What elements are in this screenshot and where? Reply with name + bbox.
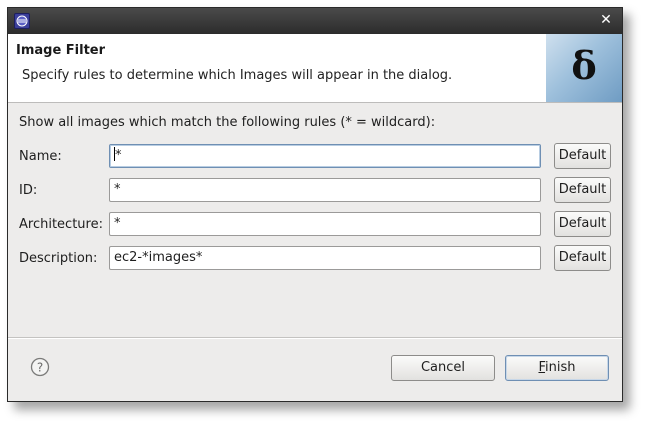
filter-form: Show all images which match the followin…	[8, 103, 622, 337]
help-glyph: ?	[37, 361, 43, 375]
architecture-label: Architecture:	[19, 217, 103, 232]
image-filter-dialog: ✕ Image Filter Specify rules to determin…	[7, 7, 623, 402]
architecture-field-value: *	[114, 216, 121, 231]
id-field[interactable]: *	[109, 178, 541, 202]
wizard-banner-image: δ	[546, 34, 622, 102]
close-icon[interactable]: ✕	[598, 12, 614, 28]
name-label: Name:	[19, 149, 62, 164]
footer-separator	[8, 337, 622, 339]
name-field-value: *	[115, 148, 122, 163]
eclipse-icon	[14, 13, 30, 29]
dialog-header: Image Filter Specify rules to determine …	[8, 34, 622, 103]
description-field[interactable]: ec2-*images*	[109, 246, 541, 270]
architecture-default-button[interactable]: Default	[554, 211, 611, 237]
name-field[interactable]: *	[109, 144, 541, 168]
architecture-field[interactable]: *	[109, 212, 541, 236]
id-field-value: *	[114, 182, 121, 197]
cancel-button[interactable]: Cancel	[391, 355, 495, 381]
finish-button[interactable]: Finish	[505, 355, 609, 381]
page-title: Image Filter	[16, 43, 106, 58]
description-field-value: ec2-*images*	[114, 250, 203, 265]
name-default-button[interactable]: Default	[554, 143, 611, 169]
title-bar[interactable]: ✕	[8, 8, 622, 34]
id-label: ID:	[19, 183, 38, 198]
page-description: Specify rules to determine which Images …	[22, 68, 453, 83]
description-default-button[interactable]: Default	[554, 245, 611, 271]
finish-label: inish	[545, 360, 576, 375]
description-label: Description:	[19, 251, 98, 266]
delta-icon: δ	[571, 43, 597, 88]
form-intro: Show all images which match the followin…	[19, 115, 436, 130]
help-icon[interactable]: ?	[30, 357, 50, 377]
id-default-button[interactable]: Default	[554, 177, 611, 203]
